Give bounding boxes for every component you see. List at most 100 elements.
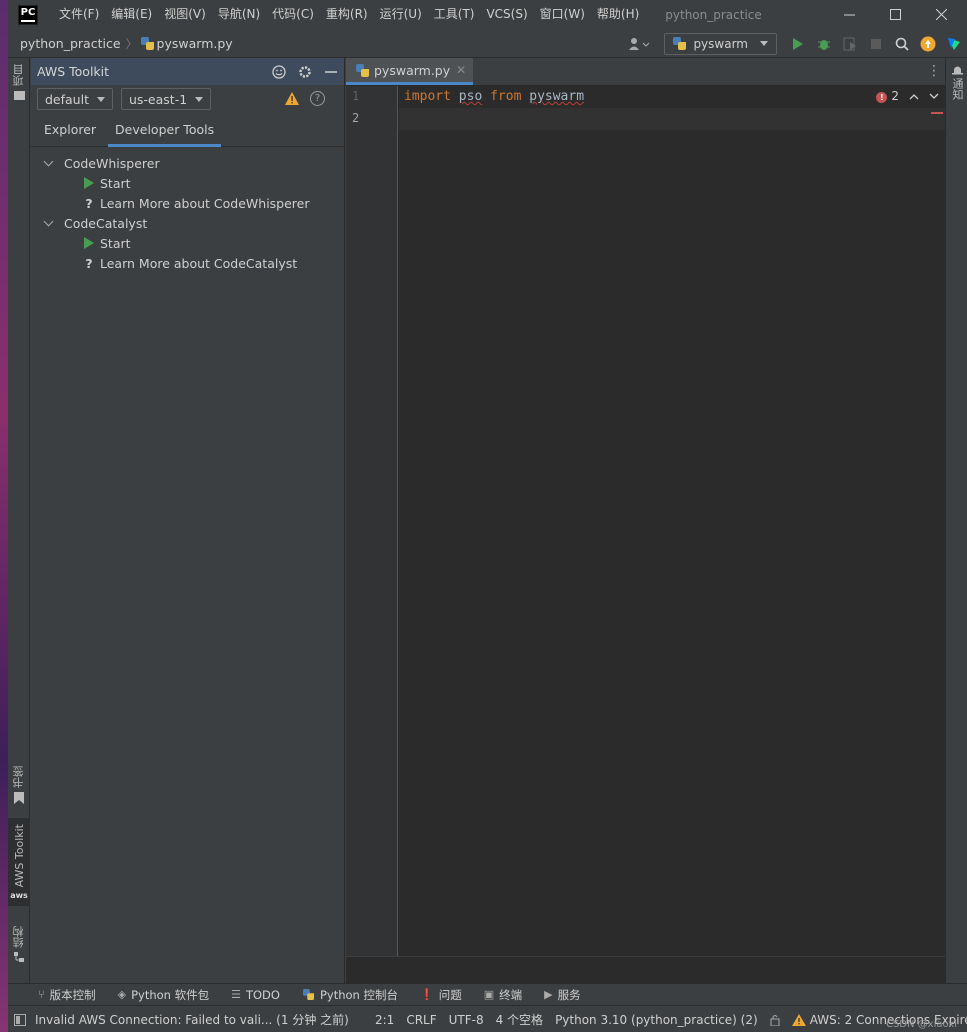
- run-button[interactable]: [785, 33, 811, 55]
- structure-tool-tab[interactable]: 结构: [8, 926, 30, 962]
- keyword-from: from: [490, 89, 522, 104]
- error-count[interactable]: ! 2: [876, 89, 899, 103]
- tool-label: 终端: [499, 987, 523, 1002]
- tool-todo[interactable]: ☰ TODO: [231, 988, 280, 1002]
- tab-explorer[interactable]: Explorer: [37, 112, 103, 146]
- python-config-icon: [673, 37, 687, 50]
- breadcrumb-file[interactable]: pyswarm.py: [140, 36, 233, 51]
- updates-button[interactable]: [915, 33, 941, 55]
- notifications-tab-label: 通知: [951, 78, 964, 100]
- status-widgets: 2:1 CRLF UTF-8 4 个空格 Python 3.10 (python…: [375, 1006, 967, 1032]
- tool-services[interactable]: ▶ 服务: [544, 987, 580, 1003]
- feedback-button[interactable]: [266, 58, 292, 85]
- tree-item-label: Learn More about CodeCatalyst: [100, 255, 298, 271]
- tool-python-packages[interactable]: ◈ Python 软件包: [118, 987, 210, 1003]
- folder-icon: [13, 91, 25, 100]
- tree-item-codewhisperer-learn-more[interactable]: ? Learn More about CodeWhisperer: [31, 193, 344, 213]
- indent-setting[interactable]: 4 个空格: [496, 1011, 543, 1028]
- tool-terminal[interactable]: ▣ 终端: [484, 987, 522, 1003]
- chevron-down-icon: [760, 41, 768, 46]
- menu-file[interactable]: 文件(F): [53, 0, 105, 29]
- panel-settings-button[interactable]: [292, 58, 318, 85]
- chevron-down-icon[interactable]: [929, 93, 939, 100]
- menu-view[interactable]: 视图(V): [158, 0, 212, 29]
- run-coverage-button[interactable]: [837, 33, 863, 55]
- maximize-button[interactable]: [872, 0, 918, 29]
- tool-label: 版本控制: [49, 987, 96, 1002]
- tree-item-codecatalyst-start[interactable]: Start: [31, 233, 344, 253]
- horizontal-scroll-area[interactable]: [346, 956, 945, 983]
- tool-problems[interactable]: ❗ 问题: [420, 987, 462, 1003]
- code-editor[interactable]: import pso from pyswarm ! 2: [399, 86, 945, 956]
- aws-toolkit-tool-tab[interactable]: AWS Toolkit aws: [8, 818, 30, 907]
- python-interpreter[interactable]: Python 3.10 (python_practice) (2): [555, 1013, 758, 1027]
- debug-button[interactable]: [811, 33, 837, 55]
- tree-item-codewhisperer-start[interactable]: Start: [31, 173, 344, 193]
- menu-vcs[interactable]: VCS(S): [480, 0, 533, 29]
- python-icon: [302, 988, 314, 1001]
- tree-item-label: Start: [100, 175, 131, 191]
- inspection-widget[interactable]: ! 2: [876, 89, 939, 103]
- hide-panel-button[interactable]: [318, 58, 344, 85]
- breadcrumb-project[interactable]: python_practice: [20, 36, 121, 51]
- warning-icon[interactable]: [284, 91, 300, 106]
- search-icon: [895, 37, 909, 51]
- file-encoding[interactable]: UTF-8: [449, 1013, 484, 1027]
- menu-edit[interactable]: 编辑(E): [105, 0, 158, 29]
- jetbrains-toolbox-button[interactable]: [941, 33, 967, 55]
- tool-label: Python 软件包: [131, 987, 210, 1002]
- close-window-button[interactable]: [918, 0, 964, 29]
- bookmarks-tool-tab[interactable]: 书签: [8, 766, 30, 804]
- menu-navigate[interactable]: 导航(N): [212, 0, 266, 29]
- terminal-icon: ▣: [483, 988, 495, 1001]
- vcs-user-button[interactable]: [622, 33, 656, 55]
- project-tool-tab[interactable]: 项目: [8, 64, 30, 100]
- line-separator[interactable]: CRLF: [406, 1013, 436, 1027]
- profile-dropdown[interactable]: default: [37, 88, 113, 110]
- more-tabs-icon[interactable]: ⋮: [927, 63, 941, 79]
- menu-help[interactable]: 帮助(H): [591, 0, 645, 29]
- status-message[interactable]: Invalid AWS Connection: Failed to vali..…: [35, 1011, 349, 1028]
- lock-icon[interactable]: [770, 1014, 780, 1026]
- developer-tools-tree: CodeWhisperer Start ? Learn More about C…: [31, 147, 344, 273]
- menu-refactor[interactable]: 重构(R): [320, 0, 374, 29]
- branch-icon: ⑂: [38, 988, 45, 1001]
- region-dropdown[interactable]: us-east-1: [120, 88, 212, 110]
- tree-item-label: Start: [100, 235, 131, 251]
- question-icon: ?: [85, 195, 93, 211]
- close-tab-icon[interactable]: ✕: [456, 63, 466, 77]
- region-value: us-east-1: [128, 91, 188, 107]
- notifications-tool-tab[interactable]: 通知: [946, 64, 967, 100]
- help-icon[interactable]: ?: [310, 91, 325, 106]
- run-icon: [793, 37, 803, 50]
- breadcrumb-separator: 〉: [125, 36, 138, 51]
- window-title: python_practice: [665, 7, 762, 22]
- tree-item-codecatalyst-learn-more[interactable]: ? Learn More about CodeCatalyst: [31, 253, 344, 273]
- chevron-down-icon: [195, 96, 204, 102]
- menu-window[interactable]: 窗口(W): [534, 0, 591, 29]
- run-config-selector[interactable]: pyswarm: [664, 32, 777, 55]
- tool-version-control[interactable]: ⑂ 版本控制: [38, 987, 96, 1003]
- python-file-icon: [356, 63, 369, 77]
- tool-python-console[interactable]: Python 控制台: [302, 987, 398, 1003]
- play-icon: [84, 237, 94, 249]
- chevron-down-icon[interactable]: [44, 158, 54, 168]
- search-everywhere-button[interactable]: [889, 33, 915, 55]
- toggle-tool-windows-icon[interactable]: [14, 1014, 26, 1026]
- editor-tab-pyswarm[interactable]: pyswarm.py ✕: [346, 58, 474, 85]
- stop-button[interactable]: [863, 33, 889, 55]
- menu-run[interactable]: 运行(U): [374, 0, 428, 29]
- minimize-button[interactable]: [826, 0, 872, 29]
- jetbrains-icon: [948, 37, 960, 50]
- menu-tools[interactable]: 工具(T): [428, 0, 481, 29]
- tree-node-codecatalyst[interactable]: CodeCatalyst: [31, 213, 344, 233]
- chevron-down-icon[interactable]: [44, 218, 54, 228]
- chevron-up-icon[interactable]: [909, 93, 919, 100]
- caret-position[interactable]: 2:1: [375, 1013, 394, 1027]
- menu-code[interactable]: 代码(C): [266, 0, 320, 29]
- tree-node-codewhisperer[interactable]: CodeWhisperer: [31, 153, 344, 173]
- error-stripe-marker[interactable]: [931, 112, 943, 114]
- gear-icon: [299, 65, 311, 78]
- tool-label: TODO: [245, 987, 280, 1002]
- tab-developer-tools[interactable]: Developer Tools: [108, 112, 222, 147]
